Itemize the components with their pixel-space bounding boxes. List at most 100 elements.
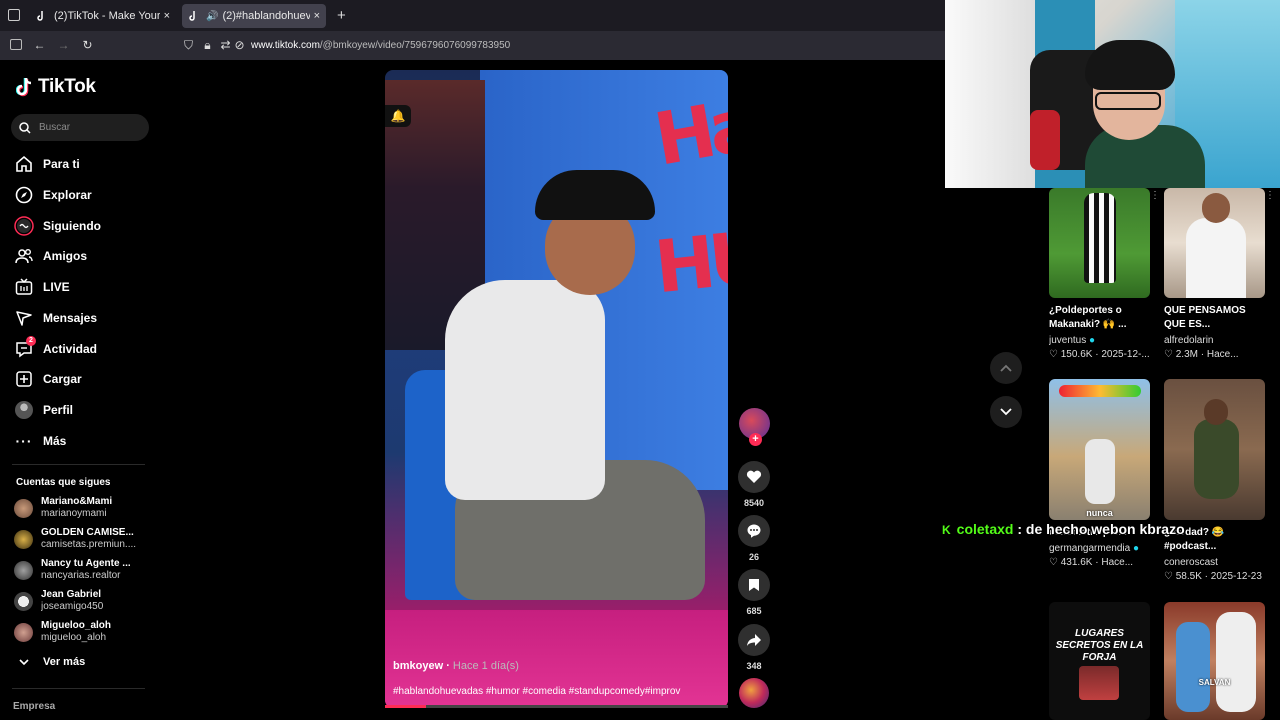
streamer-webcam [945, 0, 1280, 188]
nav-amigos[interactable]: Amigos [14, 245, 87, 267]
see-more-label: Ver más [43, 656, 86, 668]
video-author[interactable]: alfredolarin [1164, 334, 1265, 348]
suggested-video-card[interactable]: ¿verdad? 😂 #podcast... coneroscast ♡ 58.… [1164, 379, 1265, 584]
comment-button[interactable] [738, 515, 770, 547]
following-account[interactable]: Jean Gabriel joseamigo450 [14, 587, 154, 615]
reload-icon[interactable]: ↻ [81, 39, 94, 52]
nav-label: Mensajes [43, 311, 98, 325]
video-person-body [445, 280, 605, 500]
footer-empresa-link[interactable]: Empresa [13, 701, 55, 712]
back-icon[interactable]: ← [33, 39, 46, 52]
see-more-button[interactable]: Ver más [14, 651, 85, 673]
audio-playing-icon[interactable]: 🔊 [206, 11, 218, 22]
next-video-button[interactable] [990, 396, 1022, 428]
nav-cargar[interactable]: Cargar [14, 368, 82, 390]
video-caption: ¿Poldeportes o [1049, 305, 1122, 316]
home-icon [14, 154, 34, 174]
video-person-cap [535, 170, 655, 220]
music-disc-icon[interactable] [739, 678, 769, 708]
sidebar: TikTok Buscar Para ti Explorar Siguiendo… [0, 60, 160, 720]
video-thumbnail[interactable]: SALVAN [1164, 602, 1265, 720]
suggested-video-card[interactable]: ⋮ ¿Poldeportes o Makanaki? 🙌 ... juventu… [1049, 188, 1160, 362]
like-button[interactable] [738, 461, 770, 493]
like-count: 431.6K [1060, 557, 1093, 568]
suggested-video-card[interactable]: SALVAN [1164, 602, 1265, 720]
thumbnail-overlay-text: nunca [1086, 508, 1113, 518]
video-stats: ♡ 2.3M · Hace... [1164, 349, 1239, 360]
activity-icon: 2 [14, 336, 36, 359]
permissions-icon[interactable]: ⇄ [219, 39, 232, 52]
avatar [14, 560, 33, 580]
nav-perfil[interactable]: Perfil [14, 399, 73, 421]
following-icon [14, 216, 34, 236]
nav-mensajes[interactable]: Mensajes [14, 307, 97, 329]
tab-list-icon[interactable] [8, 9, 20, 21]
close-tab-icon[interactable]: × [164, 10, 170, 22]
video-author[interactable]: bmkoyew [393, 660, 443, 672]
video-hashtags[interactable]: #hablandohuevadas #humor #comedia #stand… [393, 686, 680, 697]
chevron-down-icon [14, 652, 34, 672]
share-icon [747, 634, 761, 646]
search-input[interactable]: Buscar [11, 114, 149, 141]
video-progress-fill [385, 705, 427, 708]
address-bar[interactable]: www.tiktok.com/@bmkoyew/video/7596796076… [251, 40, 510, 51]
previous-video-button[interactable] [990, 352, 1022, 384]
close-tab-icon[interactable]: × [314, 10, 320, 22]
thumbnail-person [1194, 419, 1239, 499]
video-author[interactable]: juventus ● [1049, 334, 1150, 348]
video-thumbnail[interactable] [1164, 379, 1265, 520]
like-count: 150.6K [1060, 349, 1093, 360]
tab-tiktok-home[interactable]: (2)TikTok - Make Your Day × [30, 4, 176, 28]
tiktok-logo[interactable]: TikTok [16, 76, 96, 98]
video-progress-bar[interactable] [385, 705, 728, 708]
thumbnail-person [1186, 218, 1246, 298]
following-account[interactable]: GOLDEN CAMISE... camisetas.premiun.... [14, 525, 154, 553]
following-account[interactable]: Nancy tu Agente ... nancyarias.realtor [14, 556, 154, 584]
suggested-video-card[interactable]: nunca centimetro por... germangarmendia … [1049, 379, 1150, 570]
autoplay-blocked-icon[interactable]: ⊘ [233, 39, 246, 52]
save-button[interactable] [738, 569, 770, 601]
share-button[interactable] [738, 624, 770, 656]
video-meta: bmkoyew · Hace 1 día(s) [393, 660, 519, 672]
more-options-icon[interactable]: ⋮ [1265, 190, 1275, 201]
sidebar-toggle-icon[interactable] [10, 39, 22, 50]
nav-siguiendo[interactable]: Siguiendo [14, 215, 101, 237]
follow-plus-icon[interactable]: + [749, 433, 762, 446]
tiktok-logo-icon [16, 77, 32, 97]
video-thumbnail[interactable]: nunca [1049, 379, 1150, 520]
avatar [14, 498, 33, 518]
chevron-down-icon [1000, 408, 1012, 416]
browser-nav-bar: ← → ↻ ⛉ 🔒︎ ⇄ ⊘ www.tiktok.com/@bmkoyew/v… [0, 31, 945, 60]
shield-icon[interactable]: ⛉ [182, 39, 195, 52]
more-options-icon[interactable]: ⋮ [1150, 190, 1160, 201]
forward-icon[interactable]: → [57, 39, 70, 52]
suggested-video-card[interactable]: LUGARES SECRETOS EN LA FORJA [1049, 602, 1150, 720]
nav-explorar[interactable]: Explorar [14, 184, 92, 206]
video-thumbnail[interactable] [1164, 188, 1265, 298]
video-thumbnail[interactable]: LUGARES SECRETOS EN LA FORJA [1049, 602, 1150, 720]
nav-label: LIVE [43, 280, 70, 294]
video-thumbnail[interactable] [1049, 188, 1150, 298]
nav-mas[interactable]: ··· Más [14, 430, 67, 452]
nav-live[interactable]: LIVE [14, 276, 70, 298]
lock-icon[interactable]: 🔒︎ [201, 39, 214, 52]
new-tab-button[interactable]: + [337, 7, 346, 24]
heart-icon: ♡ [1049, 557, 1058, 568]
post-time: Hace... [1101, 557, 1134, 568]
post-time: 2025-12-23 [1210, 571, 1262, 582]
chat-text: : de hecho webon kbrazo [1013, 521, 1185, 537]
following-account[interactable]: Mariano&Mami marianoymami [14, 494, 154, 522]
suggested-video-card[interactable]: ⋮ QUE PENSAMOS QUE ES... alfredolarin ♡ … [1164, 188, 1275, 362]
video-author[interactable]: coneroscast [1164, 556, 1265, 570]
nav-para-ti[interactable]: Para ti [14, 153, 80, 175]
thumbnail-overlay-title: LUGARES SECRETOS EN LA FORJA [1055, 628, 1144, 663]
heart-icon: ♡ [1049, 349, 1058, 360]
tab-video-active[interactable]: 🔊 (2)#hablandohuevadas #hu × [182, 4, 326, 28]
nav-actividad[interactable]: 2 Actividad [14, 336, 97, 360]
video-author[interactable]: germangarmendia ● [1049, 542, 1150, 556]
video-player[interactable]: Ha HU 🔔 [385, 70, 728, 708]
search-placeholder: Buscar [39, 122, 71, 133]
following-account[interactable]: Migueloo_aloh migueloo_aloh [14, 618, 154, 646]
nav-label: Cargar [43, 372, 82, 386]
heart-icon: ♡ [1164, 571, 1173, 582]
